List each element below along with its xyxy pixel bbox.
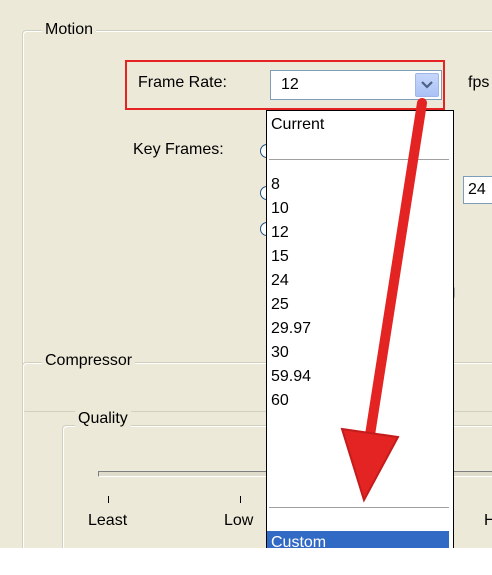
key-frames-value: 24 — [468, 181, 486, 198]
slider-tick-least — [108, 496, 109, 503]
slider-label-low: Low — [224, 512, 254, 529]
slider-tick-low — [240, 496, 241, 503]
dialog-panel: Motion Frame Rate: 12 fps Key Frames: 24… — [0, 0, 492, 567]
frame-rate-value: 12 — [281, 76, 299, 93]
motion-group-title: Motion — [42, 20, 97, 40]
slider-label-least: Least — [88, 512, 128, 529]
fps-label: fps — [468, 74, 490, 91]
frame-rate-label: Frame Rate: — [138, 74, 227, 91]
bottom-strip — [0, 548, 492, 575]
slider-label-high: H — [484, 512, 492, 529]
key-frames-label: Key Frames: — [133, 141, 224, 158]
key-frames-input[interactable]: 24 — [463, 176, 492, 204]
compressor-group-title: Compressor — [42, 351, 136, 371]
quality-group-title: Quality — [75, 409, 131, 429]
red-arrow-icon — [340, 98, 427, 503]
chevron-down-icon[interactable] — [415, 73, 439, 97]
